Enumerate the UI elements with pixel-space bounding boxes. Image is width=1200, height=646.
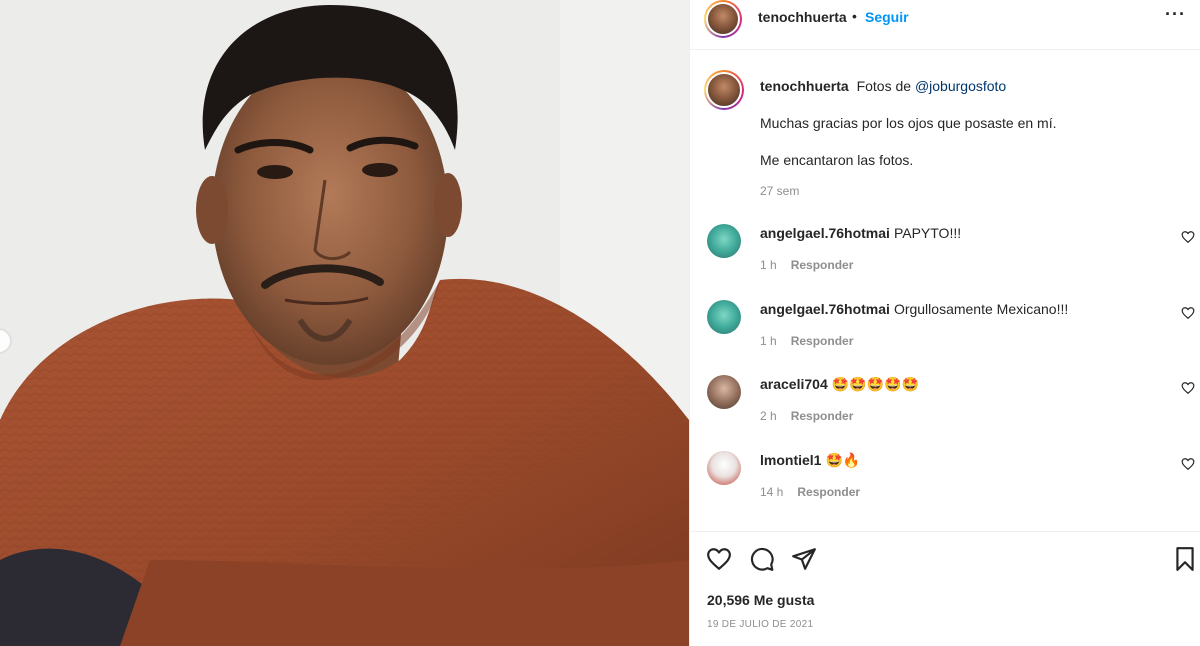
commenter-username[interactable]: angelgael.76hotmai (760, 301, 890, 317)
reply-button[interactable]: Responder (791, 334, 854, 348)
commenter-username[interactable]: lmontiel1 (760, 452, 821, 468)
comment-time[interactable]: 1 h (760, 334, 777, 348)
more-options-icon[interactable]: ··· (1165, 4, 1186, 25)
mention-link[interactable]: @joburgosfoto (915, 78, 1006, 94)
portrait-image (0, 0, 689, 646)
post-header: tenochhuerta • Seguir ··· (690, 0, 1200, 50)
comment-item: angelgael.76hotmai Orgullosamente Mexican… (690, 300, 1200, 370)
separator-dot: • (852, 8, 857, 24)
reply-button[interactable]: Responder (791, 409, 854, 423)
post-date[interactable]: 19 DE JULIO DE 2021 (707, 619, 813, 630)
bookmark-icon[interactable] (1172, 546, 1198, 572)
comment-item: araceli704 🤩🤩🤩🤩🤩 2 h Responder (690, 375, 1200, 445)
comment-text: PAPYTO!!! (893, 225, 962, 241)
caption-prefix: Fotos de (856, 78, 912, 94)
caption-author-avatar[interactable] (704, 70, 744, 110)
comment-text: Orgullosamente Mexicano!!! (893, 301, 1069, 317)
caption-timestamp[interactable]: 27 sem (760, 184, 799, 198)
comment-item: lmontiel1 🤩🔥 14 h Responder (690, 451, 1200, 521)
reply-button[interactable]: Responder (797, 485, 860, 499)
comment-like-heart-icon[interactable] (1181, 381, 1195, 395)
commenter-username[interactable]: angelgael.76hotmai (760, 225, 890, 241)
follow-button[interactable]: Seguir (865, 9, 909, 25)
comment-like-heart-icon[interactable] (1181, 457, 1195, 471)
likes-count[interactable]: 20,596 Me gusta (707, 592, 814, 608)
post-actions: 20,596 Me gusta 19 DE JULIO DE 2021 (690, 531, 1200, 646)
commenter-avatar[interactable] (707, 451, 741, 485)
author-avatar[interactable] (704, 0, 742, 38)
commenter-avatar[interactable] (707, 300, 741, 334)
caption-author-username[interactable]: tenochhuerta (760, 78, 849, 94)
commenter-avatar[interactable] (707, 375, 741, 409)
caption-line-thanks: Muchas gracias por los ojos que posaste … (760, 115, 1057, 131)
commenter-avatar[interactable] (707, 224, 741, 258)
comment-icon[interactable] (749, 546, 775, 572)
post-detail-panel: tenochhuerta • Seguir ··· tenochhuerta F… (689, 0, 1200, 646)
reply-button[interactable]: Responder (791, 258, 854, 272)
paper-plane-icon[interactable] (791, 546, 817, 572)
comment-text: 🤩🤩🤩🤩🤩 (831, 376, 919, 392)
comment-time[interactable]: 2 h (760, 409, 777, 423)
comment-text: 🤩🔥 (825, 452, 861, 468)
comment-like-heart-icon[interactable] (1181, 306, 1195, 320)
comment-time[interactable]: 1 h (760, 258, 777, 272)
caption-line-photos: Me encantaron las fotos. (760, 152, 914, 168)
comment-time[interactable]: 14 h (760, 485, 783, 499)
heart-icon[interactable] (706, 546, 732, 572)
post-photo[interactable] (0, 0, 689, 646)
comment-like-heart-icon[interactable] (1181, 230, 1195, 244)
author-username[interactable]: tenochhuerta (758, 9, 847, 25)
post-caption: tenochhuerta Fotos de @joburgosfoto Much… (760, 77, 1180, 169)
commenter-username[interactable]: araceli704 (760, 376, 828, 392)
comment-item: angelgael.76hotmai PAPYTO!!! 1 h Responder (690, 224, 1200, 294)
